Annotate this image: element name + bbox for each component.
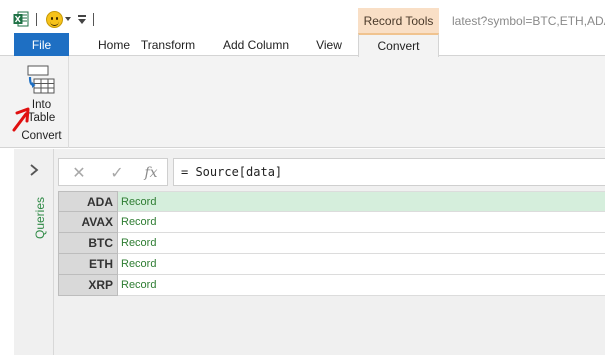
title-separator [93, 13, 94, 26]
row-value[interactable]: Record [118, 275, 605, 296]
row-key[interactable]: ADA [58, 191, 118, 212]
row-value[interactable]: Record [118, 212, 605, 233]
row-value[interactable]: Record [118, 233, 605, 254]
title-separator [36, 13, 37, 26]
row-key[interactable]: BTC [58, 233, 118, 254]
tab-view[interactable]: View [305, 33, 353, 56]
queries-label[interactable]: Queries [33, 189, 47, 249]
into-table-label-line1: Into [31, 99, 52, 111]
formula-input[interactable]: = Source[data] [173, 158, 605, 186]
tab-add-column[interactable]: Add Column [214, 33, 298, 56]
excel-app-icon[interactable] [13, 11, 29, 27]
customize-quick-access-icon[interactable] [77, 15, 87, 25]
formula-bar: ✕ ✓ fx = Source[data] [58, 158, 605, 186]
tab-file[interactable]: File [14, 33, 69, 56]
annotation-arrow-icon [12, 107, 30, 132]
table-row[interactable]: ADA Record [58, 191, 605, 212]
context-tab-header: Record Tools [358, 8, 439, 33]
chevron-down-icon[interactable] [65, 17, 71, 21]
title-bar: Record Tools latest?symbol=BTC,ETH,ADA [0, 0, 605, 33]
formula-controls: ✕ ✓ fx [58, 158, 168, 186]
table-row[interactable]: AVAX Record [58, 212, 605, 233]
smiley-feedback-icon[interactable] [46, 11, 63, 28]
cancel-icon[interactable]: ✕ [69, 163, 89, 183]
record-grid: ADA Record AVAX Record BTC Record ETH Re… [58, 191, 605, 296]
convert-group: Into Table Convert [14, 56, 69, 148]
table-row[interactable]: XRP Record [58, 275, 605, 296]
tab-convert[interactable]: Convert [358, 33, 439, 57]
row-value[interactable]: Record [118, 191, 605, 212]
table-row[interactable]: ETH Record [58, 254, 605, 275]
window-title: latest?symbol=BTC,ETH,ADA [452, 14, 605, 28]
row-key[interactable]: XRP [58, 275, 118, 296]
row-key[interactable]: ETH [58, 254, 118, 275]
table-row[interactable]: BTC Record [58, 233, 605, 254]
check-icon[interactable]: ✓ [107, 163, 127, 183]
chevron-right-icon[interactable] [28, 163, 40, 177]
queries-label-text: Queries [33, 196, 47, 240]
row-value[interactable]: Record [118, 254, 605, 275]
row-key[interactable]: AVAX [58, 212, 118, 233]
into-table-icon [27, 65, 55, 94]
ribbon: Into Table Convert [0, 56, 605, 148]
ribbon-tab-bar: File Home Transform Add Column View Conv… [0, 33, 605, 57]
fx-icon[interactable]: fx [141, 163, 161, 183]
tab-transform[interactable]: Transform [130, 33, 206, 56]
queries-pane: Queries [14, 149, 54, 355]
